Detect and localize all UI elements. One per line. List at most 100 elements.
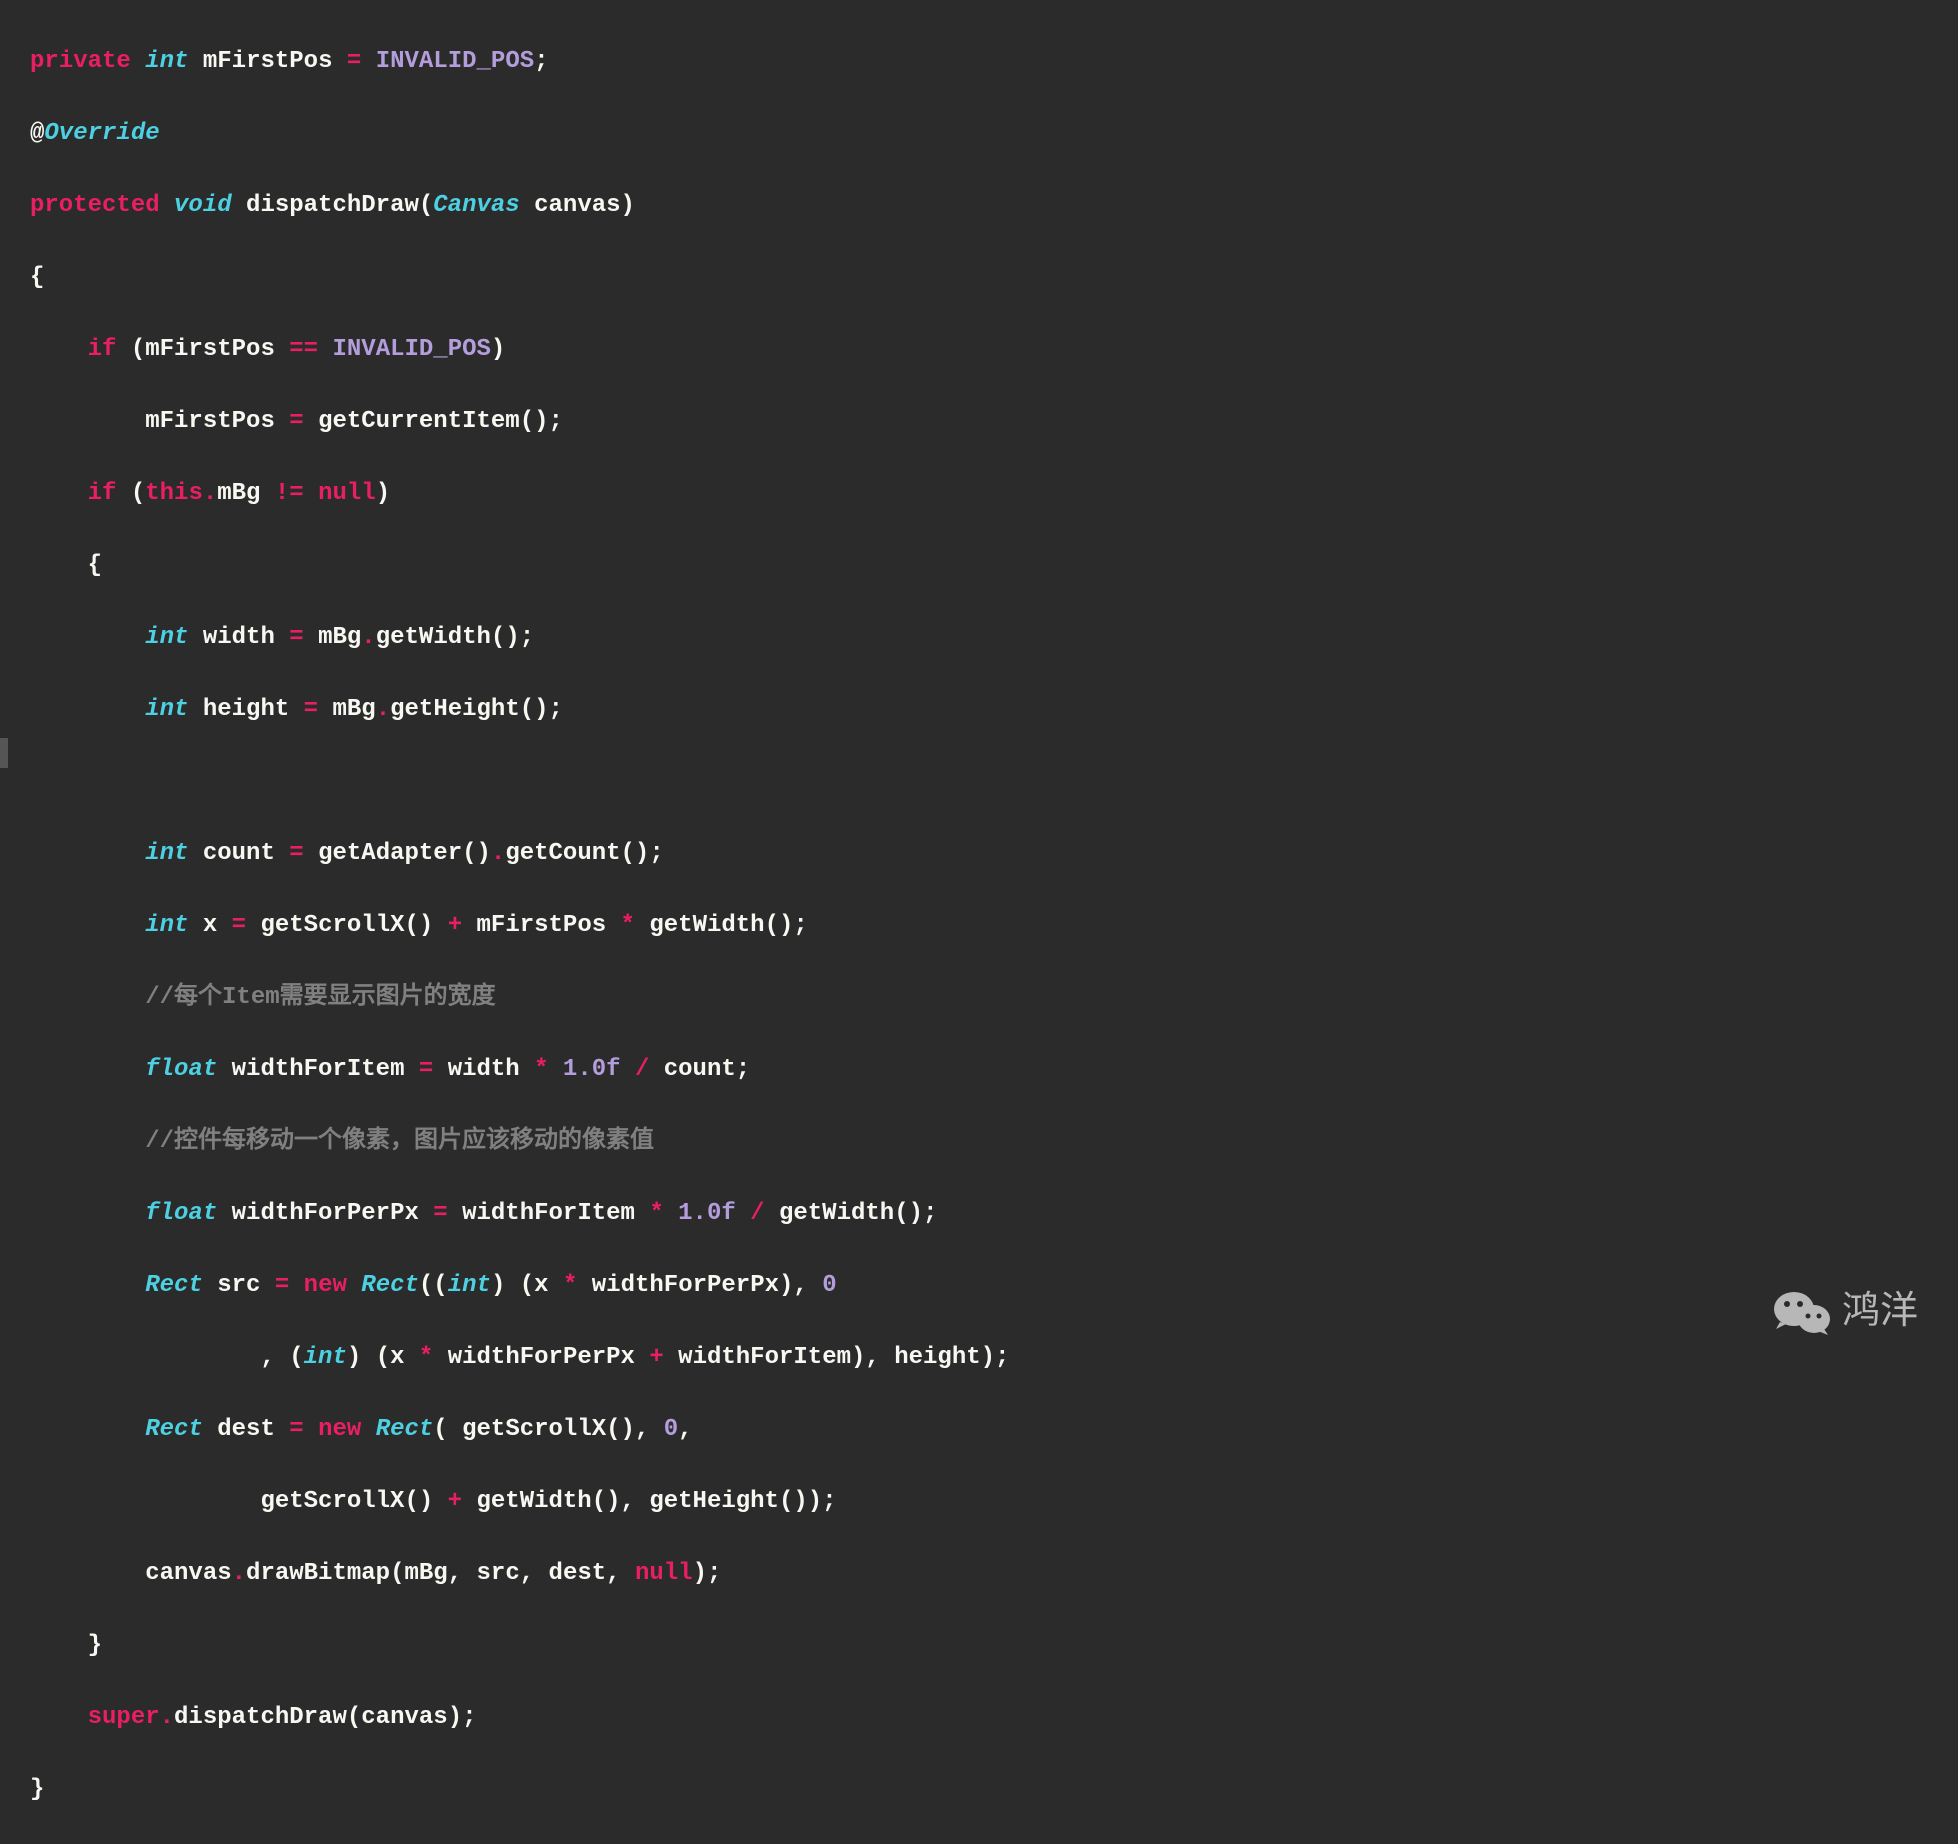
paren: ( [347,1704,361,1731]
type-int: int [145,912,188,939]
object: mBg [332,696,375,723]
code-line: mFirstPos = getCurrentItem(); [30,404,1958,440]
paren: ); [448,1704,477,1731]
keyword-private: private [30,48,131,75]
variable: x [534,1272,548,1299]
brace: } [88,1632,102,1659]
semicolon: ; [549,408,563,435]
argument: mBg [404,1560,447,1587]
comma: , [520,1560,534,1587]
method-call: getWidth() [376,624,520,651]
variable: mFirstPos [203,48,333,75]
cursor-indicator [0,738,8,768]
dot: . [232,1560,246,1587]
paren: ) [621,192,635,219]
method-call: drawBitmap [246,1560,390,1587]
code-line: canvas.drawBitmap(mBg, src, dest, null); [30,1556,1958,1592]
variable: src [217,1272,260,1299]
keyword-if: if [88,336,117,363]
paren: ( [433,1416,447,1443]
code-line: if (mFirstPos == INVALID_POS) [30,332,1958,368]
method-call: getAdapter() [318,840,491,867]
variable: widthForItem [232,1056,405,1083]
operator: * [563,1272,577,1299]
code-line: int height = mBg.getHeight(); [30,692,1958,728]
operator: + [448,1488,462,1515]
code-line: { [30,548,1958,584]
variable: width [448,1056,520,1083]
keyword-protected: protected [30,192,160,219]
operator: = [232,912,246,939]
comma: , [606,1560,620,1587]
dot: . [160,1704,174,1731]
variable: widthForItem [678,1344,851,1371]
paren: ) [491,1272,505,1299]
comment: //每个Item需要显示图片的宽度 [145,984,495,1011]
code-line: super.dispatchDraw(canvas); [30,1700,1958,1736]
code-line: int x = getScrollX() + mFirstPos * getWi… [30,908,1958,944]
code-line: { [30,260,1958,296]
type-rect: Rect [376,1416,434,1443]
operator: / [750,1200,764,1227]
variable: widthForPerPx [592,1272,779,1299]
paren: ( [376,1344,390,1371]
code-line: , (int) (x * widthForPerPx + widthForIte… [30,1340,1958,1376]
code-line: //控件每移动一个像素，图片应该移动的像素值 [30,1124,1958,1160]
variable: dest [217,1416,275,1443]
operator: = [304,696,318,723]
operator: + [448,912,462,939]
comma: , [621,1488,635,1515]
number: 0 [664,1416,678,1443]
type-float: float [145,1056,217,1083]
variable: x [203,912,217,939]
brace: { [30,264,44,291]
paren: ) [376,480,390,507]
code-line: @Override [30,116,1958,152]
type-float: float [145,1200,217,1227]
method-call: getCurrentItem() [318,408,548,435]
variable: widthForPerPx [448,1344,635,1371]
paren: ( [131,336,145,363]
argument: dest [549,1560,607,1587]
dot: . [376,696,390,723]
type-canvas: Canvas [433,192,519,219]
number: 0 [822,1272,836,1299]
operator: * [419,1344,433,1371]
method-call: getWidth() [649,912,793,939]
keyword-this: this [145,480,203,507]
variable: widthForItem [462,1200,635,1227]
variable: mFirstPos [145,336,275,363]
argument: canvas [361,1704,447,1731]
type-int: int [145,48,188,75]
comma: , [635,1416,649,1443]
type-rect: Rect [145,1416,203,1443]
argument: src [477,1560,520,1587]
code-line: Rect dest = new Rect( getScrollX(), 0, [30,1412,1958,1448]
method-name: dispatchDraw [246,192,419,219]
method-call: getScrollX() [260,1488,433,1515]
operator: = [289,1416,303,1443]
annotation-at: @ [30,120,44,147]
paren: ), [851,1344,880,1371]
comment: //控件每移动一个像素，图片应该移动的像素值 [145,1128,654,1155]
variable: mBg [217,480,260,507]
number: 1.0f [563,1056,621,1083]
paren: ), [779,1272,808,1299]
operator: = [289,624,303,651]
constant: INVALID_POS [332,336,490,363]
semicolon: ; [923,1200,937,1227]
variable: count [203,840,275,867]
method-call: getWidth() [779,1200,923,1227]
method-call: dispatchDraw [174,1704,347,1731]
paren: ( [390,1560,404,1587]
paren: ); [981,1344,1010,1371]
operator: == [289,336,318,363]
operator: * [621,912,635,939]
dot: . [203,480,217,507]
code-editor[interactable]: private int mFirstPos = INVALID_POS; @Ov… [0,8,1958,1844]
semicolon: ; [649,840,663,867]
method-call: getWidth() [476,1488,620,1515]
type-int: int [304,1344,347,1371]
type-int: int [145,840,188,867]
code-line: getScrollX() + getWidth(), getHeight()); [30,1484,1958,1520]
